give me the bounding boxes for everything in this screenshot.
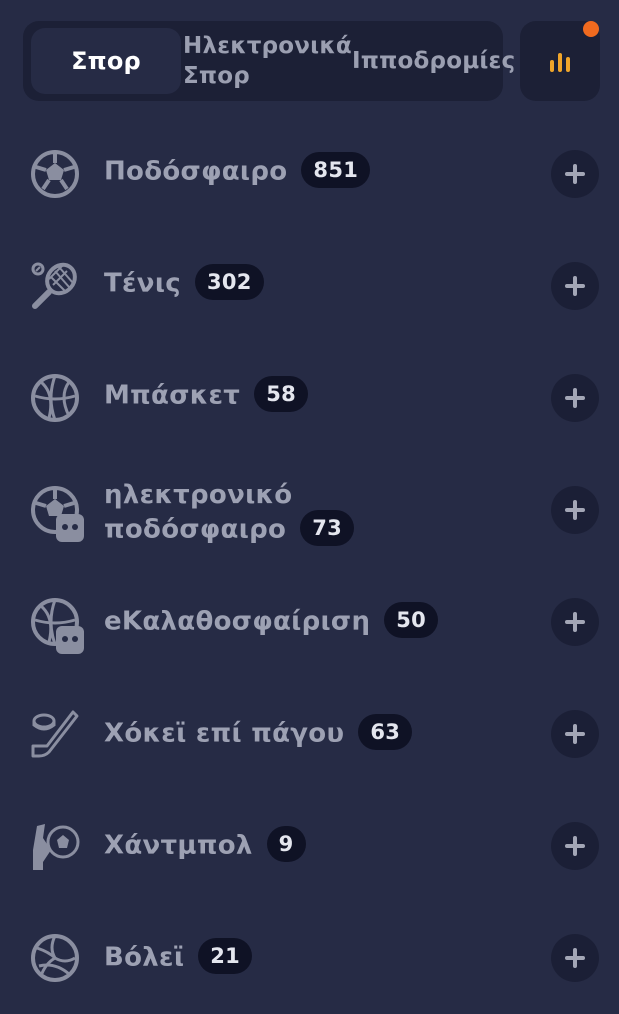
tab-sports[interactable]: Σπορ [31,28,181,94]
robot-icon [56,626,84,654]
sport-name: Τένις [104,268,181,299]
sport-row-ebasketball[interactable]: eΚαλαθοσφαίριση 50 [0,566,619,678]
handball-icon [33,824,80,870]
sport-row-ice-hockey[interactable]: Χόκεϊ επί πάγου 63 [0,678,619,790]
top-bar: Σπορ Ηλεκτρονικά Σπορ Ιπποδρομίες [0,0,619,110]
tab-esports[interactable]: Ηλεκτρονικά Σπορ [183,28,352,94]
expand-button[interactable] [551,262,599,310]
expand-button[interactable] [551,374,599,422]
event-count-badge: 73 [300,510,355,546]
ice-hockey-icon [31,710,79,758]
event-count-badge: 50 [384,602,439,638]
sport-row-efootball[interactable]: ηλεκτρονικό ποδόσφαιρο 73 [0,454,619,566]
event-count-badge: 58 [254,376,309,412]
soccer-ball-icon [31,150,79,198]
expand-button[interactable] [551,710,599,758]
expand-button[interactable] [551,150,599,198]
sport-name: Χόκεϊ επί πάγου [104,718,345,749]
sport-name: eΚαλαθοσφαίριση [104,606,371,637]
sport-name: Χάντμπολ [104,830,253,861]
sport-name: ηλεκτρονικό [104,480,293,510]
sport-name: Μπάσκετ [104,380,241,411]
sport-row-tennis[interactable]: Τένις 302 [0,230,619,342]
robot-icon [56,514,84,542]
sport-name: Ποδόσφαιρο [104,156,288,187]
expand-button[interactable] [551,486,599,534]
event-count-badge: 21 [198,938,253,974]
event-count-badge: 851 [301,152,371,188]
expand-button[interactable] [551,822,599,870]
sport-row-handball[interactable]: Χάντμπολ 9 [0,790,619,902]
event-count-badge: 302 [194,264,264,300]
event-count-badge: 9 [266,826,306,862]
event-count-badge: 63 [358,714,413,750]
basketball-icon [31,374,79,422]
expand-button[interactable] [551,934,599,982]
volleyball-icon [31,934,79,982]
sport-name-line2: ποδόσφαιρο [104,514,287,545]
bar-chart-icon [550,53,570,72]
sport-name: Βόλεϊ [104,942,185,973]
notification-dot [583,21,599,37]
sport-row-basketball[interactable]: Μπάσκετ 58 [0,342,619,454]
expand-button[interactable] [551,598,599,646]
tab-horse-racing[interactable]: Ιπποδρομίες [352,28,522,94]
sport-row-football[interactable]: Ποδόσφαιρο 851 [0,118,619,230]
sport-row-volleyball[interactable]: Βόλεϊ 21 [0,902,619,1014]
tennis-racket-icon [31,262,77,309]
sport-type-tabs: Σπορ Ηλεκτρονικά Σπορ Ιπποδρομίες [23,21,515,101]
